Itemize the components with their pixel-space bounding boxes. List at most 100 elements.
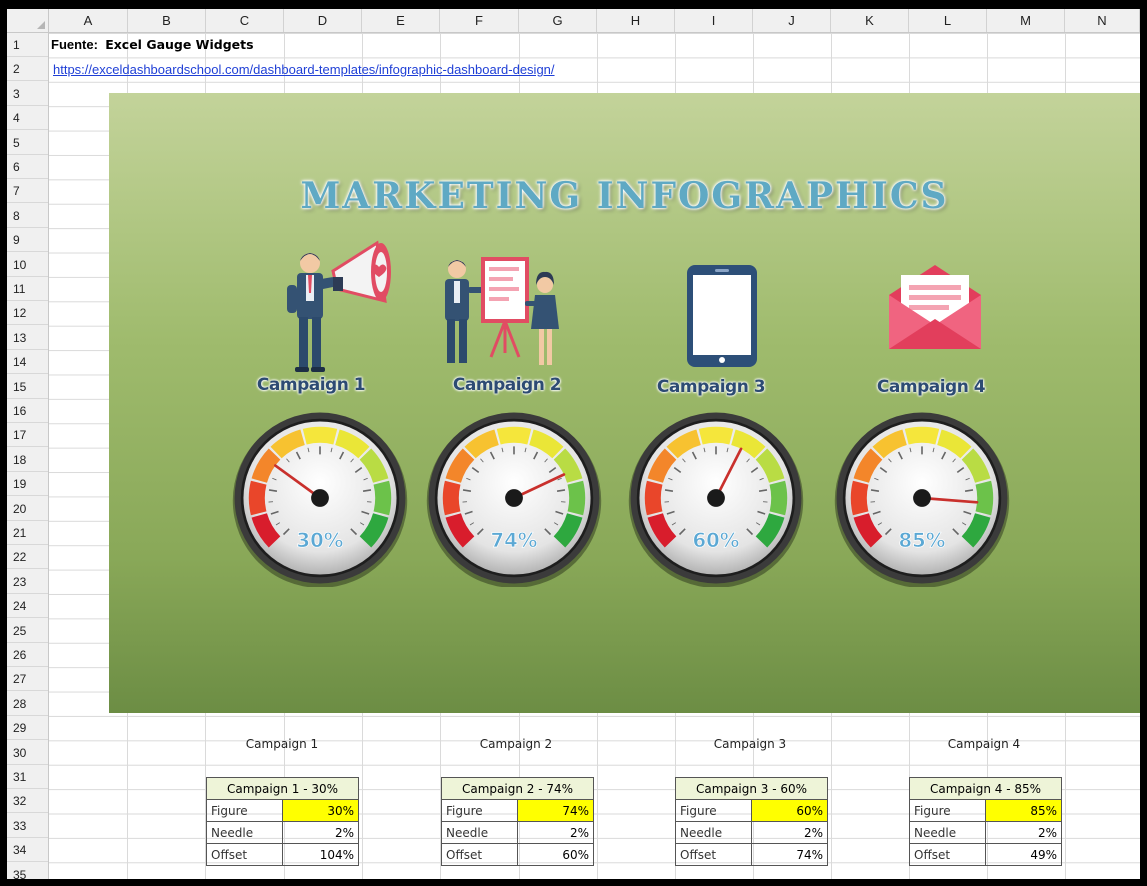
- table-header[interactable]: Campaign 2 - 74%: [441, 777, 594, 800]
- gauge-color-segment: [248, 480, 267, 516]
- gauge-value-text: 85%: [899, 529, 946, 552]
- row-header[interactable]: 28: [7, 692, 48, 716]
- column-header[interactable]: E: [362, 9, 440, 32]
- row-header[interactable]: 16: [7, 399, 48, 423]
- needle-value[interactable]: 2%: [751, 821, 828, 844]
- row-header[interactable]: 23: [7, 570, 48, 594]
- row-header[interactable]: 21: [7, 521, 48, 545]
- row-header[interactable]: 27: [7, 667, 48, 692]
- row-header[interactable]: 33: [7, 814, 48, 838]
- infographic-banner[interactable]: MARKETING INFOGRAPHICS Campaign 1 Campai…: [109, 93, 1140, 713]
- row-header[interactable]: 8: [7, 204, 48, 228]
- figure-value[interactable]: 85%: [985, 799, 1062, 822]
- row-header[interactable]: 20: [7, 497, 48, 521]
- gauge-color-segment: [373, 480, 392, 516]
- table-header[interactable]: Campaign 4 - 85%: [909, 777, 1062, 800]
- needle-label[interactable]: Needle: [206, 821, 283, 844]
- figure-value[interactable]: 74%: [517, 799, 594, 822]
- gauge-2: 74%: [426, 412, 602, 587]
- row-header[interactable]: 26: [7, 643, 48, 667]
- row-header[interactable]: 12: [7, 301, 48, 326]
- row-header[interactable]: 9: [7, 228, 48, 253]
- figure-value[interactable]: 30%: [282, 799, 359, 822]
- row-header[interactable]: 19: [7, 472, 48, 497]
- column-header[interactable]: C: [206, 9, 284, 32]
- row-header[interactable]: 25: [7, 619, 48, 643]
- needle-label[interactable]: Needle: [441, 821, 518, 844]
- needle-label[interactable]: Needle: [675, 821, 752, 844]
- row-header[interactable]: 29: [7, 716, 48, 741]
- row-header[interactable]: 7: [7, 179, 48, 204]
- table-caption-3: Campaign 3: [713, 737, 787, 751]
- gauge-color-segment: [975, 480, 994, 516]
- row-header[interactable]: 2: [7, 57, 48, 82]
- row-header[interactable]: 17: [7, 423, 48, 448]
- column-header[interactable]: F: [440, 9, 519, 32]
- needle-value[interactable]: 2%: [985, 821, 1062, 844]
- gauge-4: 85%: [834, 412, 1010, 587]
- figure-label[interactable]: Figure: [909, 799, 986, 822]
- gauge-hub: [913, 489, 931, 507]
- offset-value[interactable]: 74%: [751, 843, 828, 866]
- needle-label[interactable]: Needle: [909, 821, 986, 844]
- column-header[interactable]: G: [519, 9, 597, 32]
- envelope-icon: [889, 265, 981, 349]
- column-header[interactable]: J: [753, 9, 831, 32]
- campaign-table-3: Campaign 3 - 60% Figure 60% Needle 2% Offs…: [675, 777, 828, 866]
- figure-value[interactable]: 60%: [751, 799, 828, 822]
- row-header[interactable]: 18: [7, 448, 48, 472]
- row-header[interactable]: 15: [7, 375, 48, 399]
- gauge-hub: [707, 489, 725, 507]
- row-header[interactable]: 14: [7, 350, 48, 375]
- column-header[interactable]: L: [909, 9, 987, 32]
- presentation-people-icon: [445, 257, 559, 365]
- row-header[interactable]: 11: [7, 277, 48, 301]
- row-header[interactable]: 22: [7, 545, 48, 570]
- gauge-color-segment: [496, 426, 532, 445]
- row-header[interactable]: 1: [7, 33, 48, 57]
- figure-label[interactable]: Figure: [206, 799, 283, 822]
- needle-value[interactable]: 2%: [517, 821, 594, 844]
- offset-label[interactable]: Offset: [675, 843, 752, 866]
- row-header[interactable]: 32: [7, 789, 48, 814]
- column-header[interactable]: A: [49, 9, 128, 32]
- table-header[interactable]: Campaign 1 - 30%: [206, 777, 359, 800]
- needle-value[interactable]: 2%: [282, 821, 359, 844]
- row-header[interactable]: 13: [7, 326, 48, 350]
- gauge-color-segment: [850, 480, 869, 516]
- source-link[interactable]: https://exceldashboardschool.com/dashboa…: [53, 62, 555, 77]
- row-header[interactable]: 10: [7, 253, 48, 277]
- column-header[interactable]: D: [284, 9, 362, 32]
- gauge-color-segment: [644, 480, 663, 516]
- select-all-corner[interactable]: [7, 9, 49, 32]
- row-header[interactable]: 5: [7, 131, 48, 155]
- offset-label[interactable]: Offset: [206, 843, 283, 866]
- column-header[interactable]: M: [987, 9, 1065, 32]
- row-header[interactable]: 4: [7, 106, 48, 131]
- gauge-color-segment: [904, 426, 940, 445]
- gauge-color-segment: [442, 480, 461, 516]
- column-header[interactable]: N: [1065, 9, 1140, 32]
- offset-label[interactable]: Offset: [441, 843, 518, 866]
- column-header[interactable]: I: [675, 9, 753, 32]
- column-header[interactable]: K: [831, 9, 909, 32]
- row-header[interactable]: 31: [7, 765, 48, 789]
- row-header[interactable]: 3: [7, 82, 48, 106]
- banner-title: MARKETING INFOGRAPHICS: [300, 175, 949, 217]
- figure-label[interactable]: Figure: [441, 799, 518, 822]
- gauge-hub: [311, 489, 329, 507]
- row-header[interactable]: 34: [7, 838, 48, 863]
- row-header[interactable]: 24: [7, 594, 48, 619]
- offset-value[interactable]: 104%: [282, 843, 359, 866]
- offset-label[interactable]: Offset: [909, 843, 986, 866]
- offset-value[interactable]: 60%: [517, 843, 594, 866]
- column-header[interactable]: B: [128, 9, 206, 32]
- column-header[interactable]: H: [597, 9, 675, 32]
- row-header[interactable]: 6: [7, 155, 48, 179]
- offset-value[interactable]: 49%: [985, 843, 1062, 866]
- row-header[interactable]: 30: [7, 741, 48, 765]
- table-header[interactable]: Campaign 3 - 60%: [675, 777, 828, 800]
- row-header[interactable]: 35: [7, 863, 48, 879]
- figure-label[interactable]: Figure: [675, 799, 752, 822]
- cell-a1[interactable]: Fuente: Excel Gauge Widgets: [51, 37, 254, 52]
